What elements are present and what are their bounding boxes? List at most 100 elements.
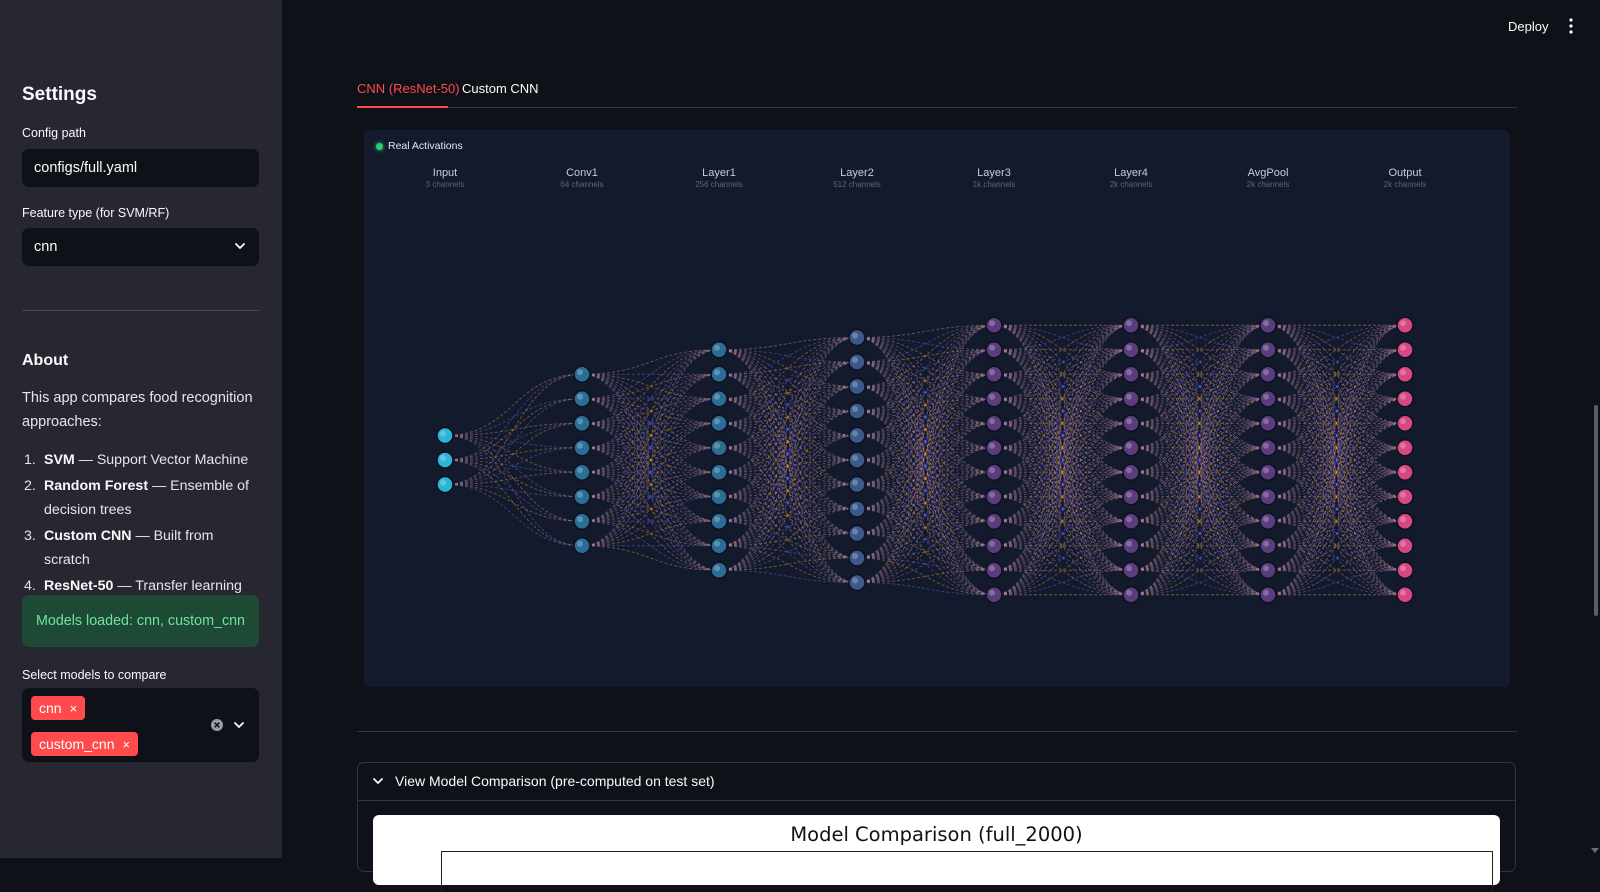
approach-name: Custom CNN	[44, 528, 132, 544]
layer-channels: 1k channels	[972, 180, 1016, 189]
layer-name: Conv1	[566, 167, 598, 179]
node-highlight	[1400, 467, 1406, 474]
node-highlight	[989, 320, 995, 327]
node-highlight	[852, 455, 858, 461]
node-highlight	[1400, 589, 1406, 596]
layer-channels: 2k channels	[1109, 180, 1153, 189]
layer-header-output: Output 2k channels	[1345, 167, 1465, 189]
models-loaded-alert: Models loaded: cnn, custom_cnn	[22, 595, 259, 647]
node-highlight	[989, 467, 995, 474]
clear-all-icon[interactable]	[210, 718, 224, 732]
layer-name: Layer1	[702, 167, 736, 179]
layer-header-layer2: Layer2 512 channels	[797, 167, 917, 189]
node-highlight	[714, 540, 720, 547]
node-highlight	[714, 369, 720, 376]
node-highlight	[1126, 418, 1132, 425]
network-edges	[444, 324, 1406, 596]
node-highlight	[989, 344, 995, 351]
node-highlight	[852, 357, 858, 363]
status-dot-icon	[376, 142, 383, 150]
network-visualization: Real Activations Input 3 channels Conv1 64 …	[364, 130, 1510, 687]
approach-name: ResNet-50	[44, 578, 114, 594]
network-edge	[993, 324, 1132, 400]
real-activations-badge: Real Activations	[376, 140, 463, 152]
node-highlight	[714, 442, 720, 449]
deploy-button[interactable]: Deploy	[1508, 19, 1548, 34]
network-edge	[1267, 349, 1406, 571]
chevron-down-icon	[235, 243, 245, 250]
layer-name: Layer4	[1114, 167, 1148, 179]
layer-header-layer4: Layer4 2k channels	[1071, 167, 1191, 189]
node-highlight	[1126, 516, 1132, 523]
scrollbar-thumb[interactable]	[1594, 405, 1598, 616]
node-highlight	[989, 589, 995, 596]
network-graph	[436, 316, 1414, 604]
chip-remove-icon[interactable]: ×	[70, 701, 78, 716]
about-list-item: 3. Custom CNN — Built from scratch	[22, 524, 262, 572]
chip-custom-cnn: custom_cnn ×	[31, 732, 139, 756]
comparison-plot: Model Comparison (full_2000)	[373, 815, 1500, 892]
node-highlight	[1400, 565, 1406, 572]
list-number: 2.	[24, 478, 36, 494]
node-highlight	[852, 430, 858, 437]
node-highlight	[989, 442, 995, 449]
feature-type-select[interactable]: cnn	[22, 228, 259, 266]
node-highlight	[989, 565, 995, 572]
node-highlight	[440, 479, 446, 486]
layer-name: Layer2	[840, 167, 874, 179]
network-edge	[581, 471, 720, 547]
network-edge	[856, 324, 995, 559]
layer-name: Layer3	[977, 167, 1011, 179]
layer-channels: 3 channels	[425, 180, 465, 189]
compare-models-label: Select models to compare	[22, 668, 167, 682]
node-highlight	[1126, 320, 1132, 327]
node-highlight	[1263, 369, 1269, 376]
compare-models-multiselect[interactable]: cnn × custom_cnn ×	[22, 688, 259, 762]
node-highlight	[1263, 491, 1269, 498]
node-highlight	[714, 565, 720, 572]
config-path-value: configs/full.yaml	[34, 160, 138, 176]
node-highlight	[577, 516, 583, 523]
node-highlight	[1126, 540, 1132, 547]
node-highlight	[1263, 589, 1269, 596]
layer-name: Output	[1388, 167, 1422, 179]
node-highlight	[1126, 442, 1132, 449]
node-highlight	[1400, 540, 1406, 547]
layer-channels: 64 channels	[560, 180, 604, 189]
node-highlight	[1126, 467, 1132, 474]
about-list-item: 1. SVM — Support Vector Machine	[22, 448, 262, 472]
kebab-menu-icon[interactable]	[1568, 17, 1574, 35]
node-highlight	[440, 430, 446, 437]
node-highlight	[1263, 320, 1269, 327]
config-path-input[interactable]: configs/full.yaml	[22, 149, 259, 187]
node-highlight	[577, 491, 583, 498]
expander-header[interactable]: View Model Comparison (pre-computed on t…	[358, 763, 1515, 801]
tab-custom-cnn[interactable]: Custom CNN	[462, 81, 539, 96]
node-highlight	[1263, 540, 1269, 547]
node-highlight	[1126, 565, 1132, 572]
network-edge	[444, 373, 583, 485]
chevron-down-icon[interactable]	[232, 718, 246, 732]
about-list-item: 2. Random Forest — Ensemble of decision t…	[22, 474, 262, 522]
chip-remove-icon[interactable]: ×	[122, 737, 130, 752]
layer-header-layer3: Layer3 1k channels	[934, 167, 1054, 189]
approach-desc: — Transfer learning	[113, 578, 242, 594]
node-highlight	[1126, 393, 1132, 400]
node-highlight	[714, 516, 720, 523]
layer-channels: 2k channels	[1383, 180, 1427, 189]
node-highlight	[852, 381, 858, 388]
real-activations-label: Real Activations	[388, 140, 463, 152]
config-path-label: Config path	[22, 126, 86, 140]
scroll-down-arrow-icon[interactable]	[1591, 848, 1599, 853]
node-highlight	[1126, 589, 1132, 596]
about-list: 1. SVM — Support Vector Machine 2. Random F…	[22, 448, 262, 600]
tab-cnn-resnet50[interactable]: CNN (ResNet-50)	[357, 81, 460, 96]
node-highlight	[1400, 369, 1406, 376]
node-highlight	[1263, 516, 1269, 523]
feature-type-value: cnn	[34, 239, 58, 255]
expander-title: View Model Comparison (pre-computed on t…	[395, 773, 715, 789]
layer-channels: 512 channels	[833, 180, 881, 189]
node-highlight	[714, 418, 720, 425]
network-edge	[581, 422, 720, 547]
chip-label: cnn	[39, 700, 62, 716]
